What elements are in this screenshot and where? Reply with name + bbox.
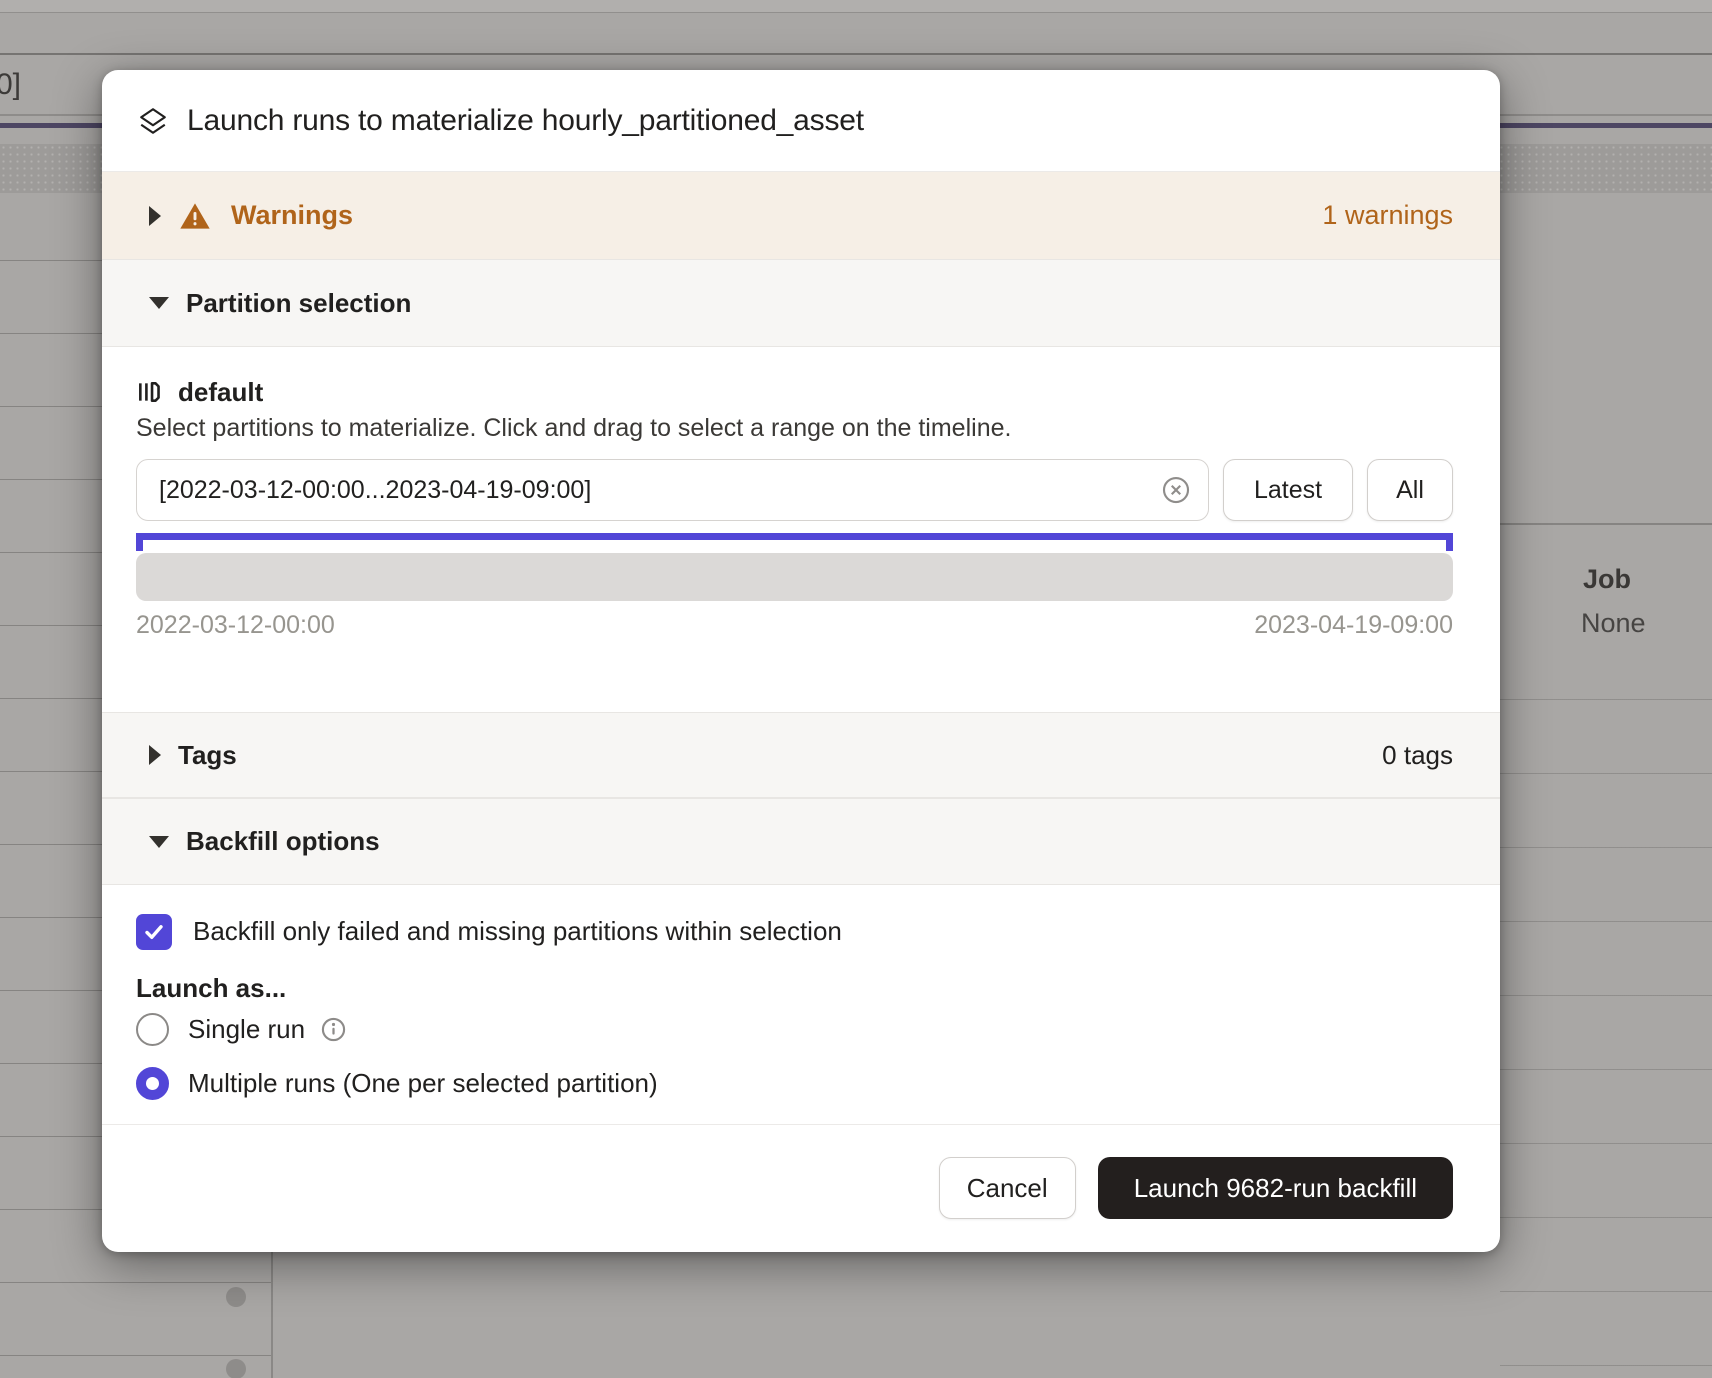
backfill-only-failed-checkbox[interactable]: Backfill only failed and missing partiti… — [136, 913, 1453, 950]
bg-job-column-header: Job — [1583, 564, 1631, 595]
bg-table-rows-right — [1500, 626, 1712, 1378]
cancel-button[interactable]: Cancel — [939, 1157, 1076, 1219]
bg-divider — [1500, 523, 1712, 525]
backfill-options-toggle[interactable]: Backfill options — [102, 798, 1500, 885]
partition-selection-label: Partition selection — [186, 288, 411, 319]
partition-set-icon — [136, 379, 162, 405]
all-button[interactable]: All — [1367, 459, 1453, 521]
backfill-options-body: Backfill only failed and missing partiti… — [102, 885, 1500, 1124]
partition-range-field — [136, 459, 1209, 521]
partition-help-text: Select partitions to materialize. Click … — [136, 414, 1453, 443]
clear-input-icon[interactable] — [1161, 475, 1191, 505]
warnings-count: 1 warnings — [1322, 200, 1453, 231]
latest-button[interactable]: Latest — [1223, 459, 1353, 521]
checkbox-label: Backfill only failed and missing partiti… — [193, 916, 842, 947]
multiple-runs-label: Multiple runs (One per selected partitio… — [188, 1068, 658, 1099]
selected-range-bracket — [136, 533, 1453, 540]
backfill-options-label: Backfill options — [186, 826, 380, 857]
bg-job-column-value: None — [1581, 608, 1646, 639]
launch-as-label: Launch as... — [136, 973, 1453, 1001]
tags-section-toggle[interactable]: Tags 0 tags — [102, 712, 1500, 798]
warning-triangle-icon — [179, 201, 211, 231]
bg-divider — [0, 12, 1712, 13]
partition-selection-body: default Select partitions to materialize… — [102, 347, 1500, 712]
radio-unselected-icon — [136, 1013, 169, 1046]
timeline-end-label: 2023-04-19-09:00 — [1254, 611, 1453, 640]
bg-divider — [0, 53, 1712, 55]
radio-selected-icon — [136, 1067, 169, 1100]
checkbox-checked-icon — [136, 914, 172, 950]
launch-backfill-button[interactable]: Launch 9682-run backfill — [1098, 1157, 1453, 1219]
chevron-down-icon — [149, 297, 169, 309]
bg-clipped-partition-text: 0] — [0, 68, 21, 102]
tags-label: Tags — [178, 740, 237, 771]
bg-status-dot — [226, 1359, 246, 1378]
partition-dimension-name: default — [178, 377, 263, 408]
partition-timeline[interactable] — [136, 553, 1453, 601]
screen: 0] Job None Launch runs to materialize h… — [0, 0, 1712, 1378]
bg-column-border — [271, 1252, 273, 1378]
launch-backfill-dialog: Launch runs to materialize hourly_partit… — [102, 70, 1500, 1252]
tags-count: 0 tags — [1382, 740, 1453, 771]
bg-top-strip — [0, 0, 1712, 12]
info-icon[interactable] — [320, 1016, 347, 1043]
materialize-layers-icon — [138, 106, 168, 136]
partition-selection-toggle[interactable]: Partition selection — [102, 259, 1500, 347]
dialog-footer: Cancel Launch 9682-run backfill — [102, 1124, 1500, 1251]
multiple-runs-radio[interactable]: Multiple runs (One per selected partitio… — [136, 1065, 1453, 1101]
timeline-start-label: 2022-03-12-00:00 — [136, 611, 335, 640]
chevron-down-icon — [149, 836, 169, 848]
chevron-right-icon — [149, 206, 161, 226]
single-run-label: Single run — [188, 1014, 305, 1045]
dialog-header: Launch runs to materialize hourly_partit… — [102, 70, 1500, 172]
chevron-right-icon — [149, 745, 161, 765]
warnings-section-toggle[interactable]: Warnings 1 warnings — [102, 172, 1500, 259]
warnings-label: Warnings — [231, 200, 353, 231]
dialog-title: Launch runs to materialize hourly_partit… — [187, 104, 864, 138]
single-run-radio[interactable]: Single run — [136, 1011, 1453, 1047]
bg-status-dot — [226, 1287, 246, 1307]
partition-range-input[interactable] — [136, 459, 1209, 521]
